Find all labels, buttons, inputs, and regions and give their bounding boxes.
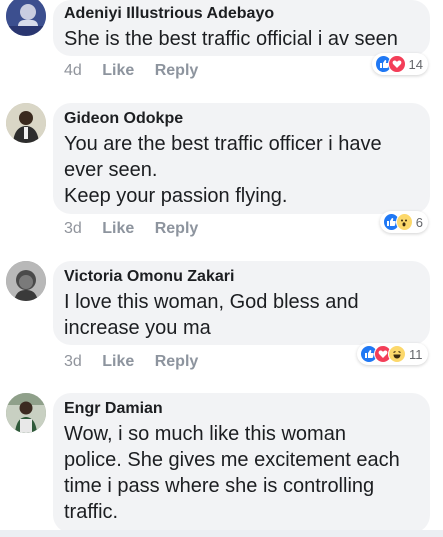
avatar-photo-icon	[6, 0, 46, 36]
comment-time[interactable]: 4d	[64, 61, 82, 81]
love-icon	[388, 55, 406, 73]
comment-time[interactable]: 3d	[64, 219, 82, 239]
avatar-photo-icon	[6, 393, 46, 433]
reaction-count: 11	[409, 346, 423, 362]
reply-button[interactable]: Reply	[155, 352, 199, 372]
comment-bubble: Gideon Odokpe You are the best traffic o…	[53, 103, 430, 214]
reaction-summary[interactable]: 11	[357, 343, 428, 365]
reply-button[interactable]: Reply	[155, 61, 199, 81]
wow-icon	[395, 213, 413, 231]
comment-actions: 3d Like Reply	[64, 219, 214, 239]
comment-author[interactable]: Engr Damian	[64, 399, 418, 419]
comment-bubble: Adeniyi Illustrious Adebayo She is the b…	[53, 0, 430, 56]
avatar[interactable]	[6, 393, 46, 433]
avatar-photo-icon	[6, 103, 46, 143]
reaction-count: 14	[408, 56, 423, 72]
avatar[interactable]	[6, 0, 46, 36]
comment-bubble: Engr Damian Wow, i so much like this wom…	[53, 393, 430, 533]
avatar[interactable]	[6, 261, 46, 301]
comment-author[interactable]: Adeniyi Illustrious Adebayo	[64, 4, 418, 24]
reaction-count: 6	[415, 214, 423, 230]
comment-bubble: Victoria Omonu Zakari I love this woman,…	[53, 261, 430, 345]
comment-author[interactable]: Gideon Odokpe	[64, 109, 418, 129]
like-button[interactable]: Like	[102, 352, 134, 372]
avatar[interactable]	[6, 103, 46, 143]
avatar-photo-icon	[6, 261, 46, 301]
comment-actions: 4d Like Reply	[64, 61, 214, 81]
comment-text: You are the best traffic officer i have …	[64, 133, 382, 207]
comment-text: I love this woman, God bless and increas…	[64, 291, 359, 339]
comment-actions: 3d Like Reply	[64, 352, 214, 372]
reaction-summary[interactable]: 14	[372, 53, 428, 75]
haha-icon	[388, 345, 406, 363]
like-button[interactable]: Like	[102, 61, 134, 81]
like-button[interactable]: Like	[102, 219, 134, 239]
comment-text: She is the best traffic official i av se…	[64, 28, 398, 50]
comment-time[interactable]: 3d	[64, 352, 82, 372]
comment-author[interactable]: Victoria Omonu Zakari	[64, 267, 418, 287]
comment-text: Wow, i so much like this woman police. S…	[64, 423, 400, 523]
bottom-divider	[0, 530, 443, 537]
reply-button[interactable]: Reply	[155, 219, 199, 239]
reaction-summary[interactable]: 6	[380, 211, 428, 233]
